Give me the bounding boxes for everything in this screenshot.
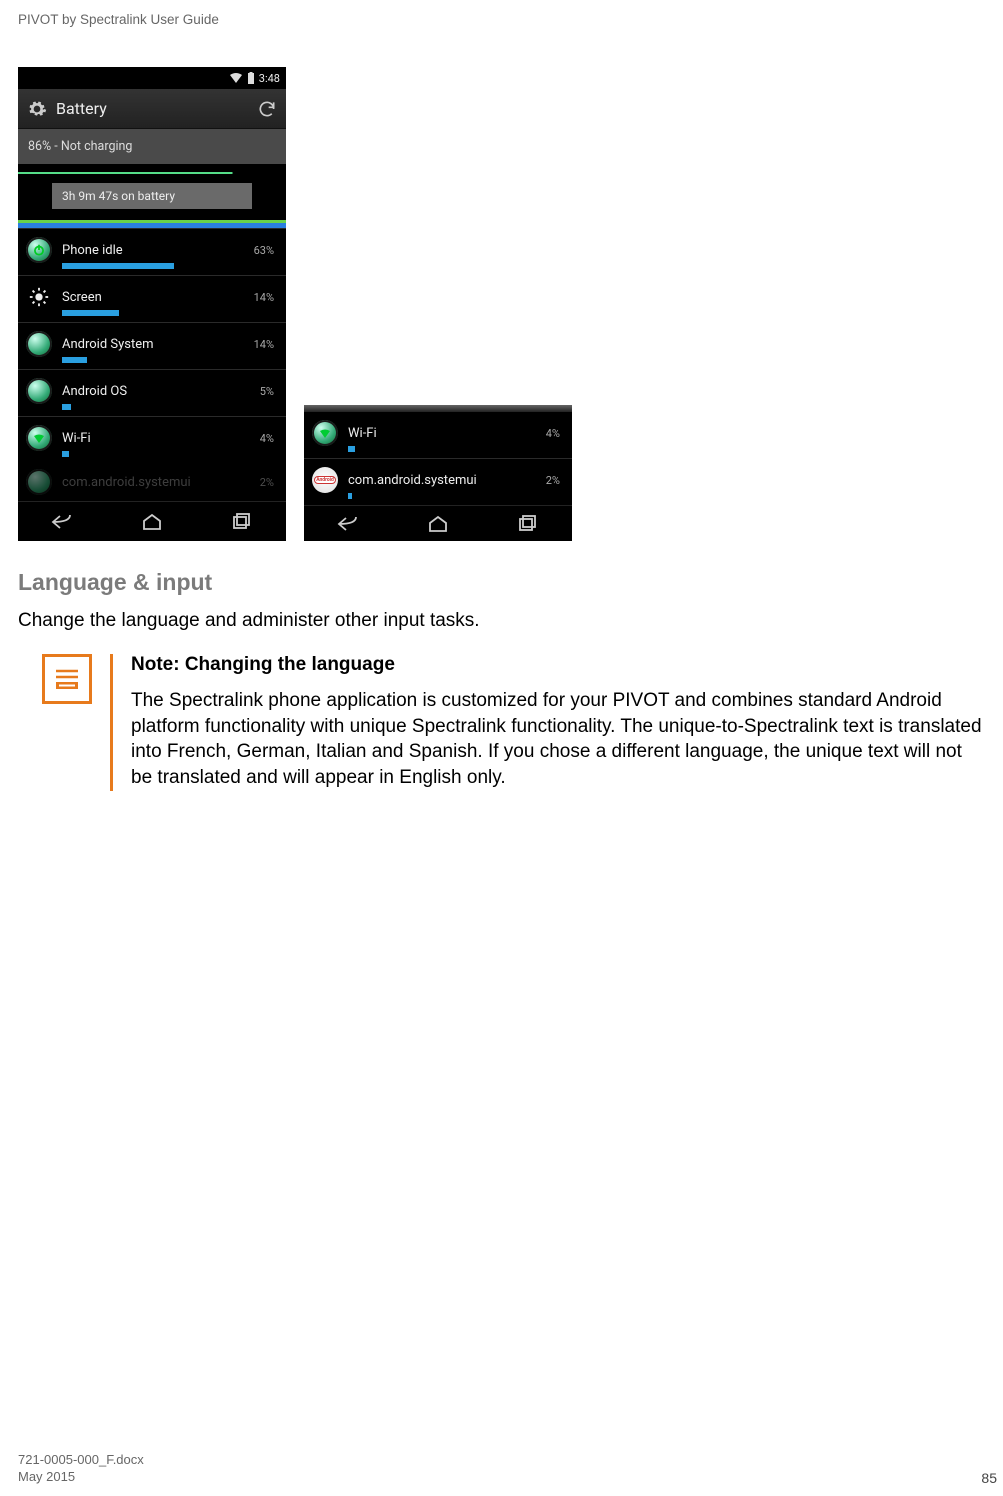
battery-item-label: Screen <box>62 290 236 305</box>
battery-graph-label: 3h 9m 47s on battery <box>52 183 252 209</box>
battery-item-label: com.android.systemui <box>62 475 236 490</box>
back-icon[interactable] <box>46 510 80 534</box>
battery-item-systemui[interactable]: Android com.android.systemui 2% <box>304 458 572 505</box>
battery-item-pct: 14% <box>246 291 278 304</box>
power-icon <box>26 237 52 263</box>
android-icon: Android <box>312 467 338 493</box>
battery-item-wifi[interactable]: Wi-Fi 4% <box>18 416 286 463</box>
nav-bar <box>304 505 572 541</box>
battery-item-pct: 14% <box>246 338 278 351</box>
battery-item-android-system[interactable]: Android System 14% <box>18 322 286 369</box>
refresh-icon[interactable] <box>256 98 278 120</box>
note-text: The Spectralink phone application is cus… <box>131 688 985 791</box>
battery-graph[interactable]: 3h 9m 47s on battery <box>18 164 286 228</box>
battery-item-truncated[interactable]: com.android.systemui 2% <box>18 463 286 495</box>
recents-icon[interactable] <box>510 512 544 536</box>
wifi-icon <box>26 425 52 451</box>
battery-item-pct: 4% <box>532 427 564 440</box>
battery-item-android-os[interactable]: Android OS 5% <box>18 369 286 416</box>
nav-bar <box>18 501 286 541</box>
note-icon <box>42 654 92 704</box>
app-icon <box>26 469 52 495</box>
note-body: Note: Changing the language The Spectral… <box>110 654 985 791</box>
battery-icon <box>247 72 255 85</box>
note-callout: Note: Changing the language The Spectral… <box>42 654 985 791</box>
app-icon <box>26 331 52 357</box>
battery-item-label: Wi-Fi <box>348 426 522 441</box>
battery-status-line: 86% - Not charging <box>18 129 286 164</box>
section-heading-language-input: Language & input <box>18 569 985 596</box>
home-icon[interactable] <box>135 510 169 534</box>
page-footer: 721-0005-000_F.docx May 2015 85 <box>18 1451 997 1486</box>
section-intro-text: Change the language and administer other… <box>18 610 985 632</box>
battery-item-label: Phone idle <box>62 243 236 258</box>
battery-item-wifi[interactable]: Wi-Fi 4% <box>304 412 572 458</box>
footer-doc-id: 721-0005-000_F.docx <box>18 1451 144 1469</box>
battery-item-pct: 63% <box>246 244 278 257</box>
footer-date: May 2015 <box>18 1468 144 1486</box>
wifi-icon <box>229 72 243 84</box>
gear-icon[interactable] <box>26 98 48 120</box>
footer-page-number: 85 <box>981 1470 997 1486</box>
note-title: Note: Changing the language <box>131 654 985 676</box>
brightness-icon <box>26 284 52 310</box>
battery-item-label: Android System <box>62 337 236 352</box>
battery-item-pct: 2% <box>246 476 278 489</box>
battery-item-pct: 5% <box>246 385 278 398</box>
app-bar: Battery <box>18 89 286 129</box>
home-icon[interactable] <box>421 512 455 536</box>
status-bar: 3:48 <box>18 67 286 89</box>
battery-item-pct: 4% <box>246 432 278 445</box>
battery-item-label: com.android.systemui <box>348 473 522 488</box>
phone-screenshot-battery-cont: Wi-Fi 4% Android com.android.systemui 2% <box>304 405 572 541</box>
battery-item-phone-idle[interactable]: Phone idle 63% <box>18 228 286 275</box>
battery-item-screen[interactable]: Screen 14% <box>18 275 286 322</box>
screenshot-row: 3:48 Battery 86% - Not charging 3h 9m 47… <box>18 67 985 541</box>
battery-item-label: Android OS <box>62 384 236 399</box>
app-bar-title: Battery <box>56 99 248 118</box>
recents-icon[interactable] <box>224 510 258 534</box>
back-icon[interactable] <box>332 512 366 536</box>
status-time: 3:48 <box>259 72 280 85</box>
app-icon <box>26 378 52 404</box>
battery-item-pct: 2% <box>532 474 564 487</box>
wifi-icon <box>312 420 338 446</box>
phone-screenshot-battery: 3:48 Battery 86% - Not charging 3h 9m 47… <box>18 67 286 541</box>
doc-header: PIVOT by Spectralink User Guide <box>18 12 985 27</box>
battery-item-label: Wi-Fi <box>62 431 236 446</box>
